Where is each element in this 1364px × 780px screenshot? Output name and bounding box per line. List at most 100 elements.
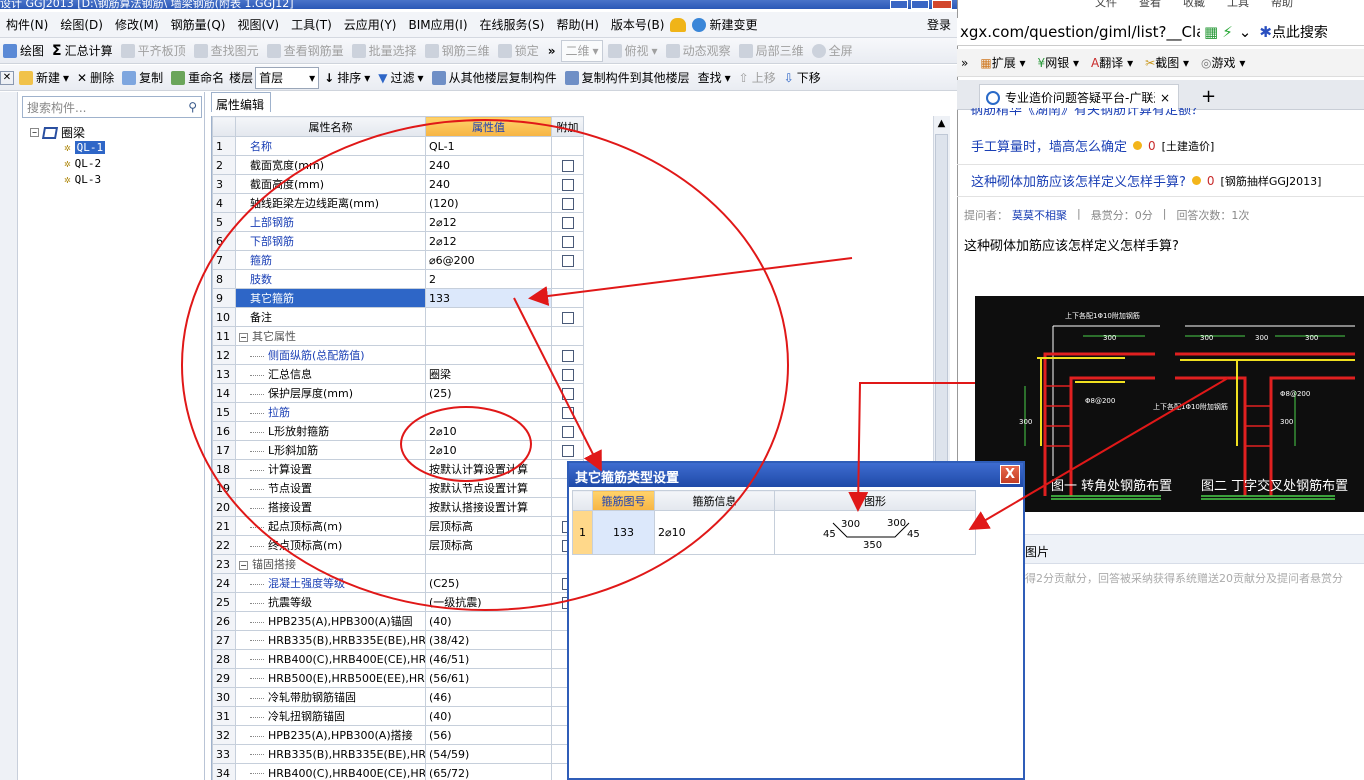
find-element-button[interactable]: 查找图元 <box>191 40 262 62</box>
table-row[interactable]: 18 计算设置 按默认计算设置计算 <box>212 459 584 479</box>
table-row[interactable]: 22 终点顶标高(m) 层顶标高 <box>212 535 584 555</box>
property-name-cell[interactable]: − 锚固搭接 <box>235 554 426 574</box>
property-name-cell[interactable]: 冷轧带肋钢筋锚固 <box>235 687 426 707</box>
property-value-cell[interactable] <box>425 307 552 327</box>
property-value-cell[interactable]: 按默认节点设置计算 <box>425 478 552 498</box>
table-row[interactable]: 33 HRB335(B),HRB335E(BE),HRBF (54/59) <box>212 744 584 764</box>
menu-item-online[interactable]: 在线服务(S) <box>474 16 551 33</box>
paw-icon[interactable]: ✱ <box>1259 23 1272 41</box>
find-button[interactable]: 查找 ▾ <box>695 67 734 89</box>
property-name-cell[interactable]: 混凝土强度等级 <box>235 573 426 593</box>
extra-checkbox[interactable] <box>561 197 574 210</box>
property-name-cell[interactable]: HRB335(B),HRB335E(BE),HRBF <box>235 630 426 650</box>
copy-button[interactable]: 复制 <box>119 67 166 89</box>
property-name-cell[interactable]: 备注 <box>235 307 426 327</box>
property-value-cell[interactable]: 圈梁 <box>425 364 552 384</box>
table-row[interactable]: 2 截面宽度(mm) 240 <box>212 155 584 175</box>
property-value-cell[interactable]: 层顶标高 <box>425 535 552 555</box>
lock-button[interactable]: 锁定 <box>495 40 542 62</box>
property-value-cell[interactable] <box>425 326 552 346</box>
property-value-cell[interactable]: 240 <box>425 155 552 175</box>
property-value-cell[interactable] <box>425 402 552 422</box>
property-value-cell[interactable]: 133 <box>425 288 552 308</box>
tree-item-ql3[interactable]: ✲ QL-3 <box>64 173 101 186</box>
property-value-cell[interactable]: (C25) <box>425 573 552 593</box>
table-row[interactable]: 5 上部钢筋 2⌀12 <box>212 212 584 232</box>
property-name-cell[interactable]: 节点设置 <box>235 478 426 498</box>
address-bar[interactable]: xgx.com/question/giml/list?__ClassCo ▦ ⚡… <box>957 18 1364 46</box>
translate-button[interactable]: A翻译 ▾ <box>1091 54 1133 71</box>
property-name-cell[interactable]: − 其它属性 <box>235 326 426 346</box>
table-row[interactable]: 6 下部钢筋 2⌀12 <box>212 231 584 251</box>
property-name-cell[interactable]: 起点顶标高(m) <box>235 516 426 536</box>
property-name-cell[interactable]: 名称 <box>235 136 426 156</box>
sum-calc-button[interactable]: Σ 汇总计算 <box>49 40 116 62</box>
property-value-cell[interactable]: 2⌀12 <box>425 231 552 251</box>
flat-slab-button[interactable]: 平齐板顶 <box>118 40 189 62</box>
login-button[interactable]: 登录 <box>921 16 957 33</box>
address-text[interactable]: xgx.com/question/giml/list?__ClassCo <box>960 23 1200 41</box>
table-row[interactable]: 19 节点设置 按默认节点设置计算 <box>212 478 584 498</box>
property-name-cell[interactable]: HRB335(B),HRB335E(BE),HRBF <box>235 744 426 764</box>
new-change-button[interactable]: 新建变更 <box>686 16 763 33</box>
move-down-button[interactable]: ⇩ 下移 <box>781 67 824 89</box>
menu-item-draw[interactable]: 绘图(D) <box>54 16 109 33</box>
table-row[interactable]: 31 冷轧扭钢筋锚固 (40) <box>212 706 584 726</box>
tree-root[interactable]: − 圈梁 <box>30 124 85 141</box>
property-name-cell[interactable]: 肢数 <box>235 269 426 289</box>
property-value-cell[interactable]: 240 <box>425 174 552 194</box>
floor-select[interactable]: 首层 ▾ <box>255 66 320 89</box>
property-name-cell[interactable]: 搭接设置 <box>235 497 426 517</box>
property-value-cell[interactable]: (56) <box>425 725 552 745</box>
property-value-cell[interactable]: (25) <box>425 383 552 403</box>
table-row[interactable]: 21 起点顶标高(m) 层顶标高 <box>212 516 584 536</box>
table-row[interactable]: 10 备注 <box>212 307 584 327</box>
property-value-cell[interactable]: 2⌀10 <box>425 440 552 460</box>
minimize-button[interactable] <box>890 0 908 9</box>
table-row[interactable]: 29 HRB500(E),HRB500E(EE),HRBF (56/61) <box>212 668 584 688</box>
maximize-button[interactable] <box>911 0 929 9</box>
question-link[interactable]: 手工算量时，墙高怎么确定 <box>971 136 1127 155</box>
property-value-cell[interactable] <box>425 345 552 365</box>
extra-checkbox[interactable] <box>561 387 574 400</box>
extra-checkbox[interactable] <box>561 425 574 438</box>
question-tag[interactable]: [钢筋抽样GGJ2013] <box>1221 173 1322 189</box>
dialog-close-button[interactable]: X <box>1000 465 1020 484</box>
property-value-cell[interactable]: (54/59) <box>425 744 552 764</box>
table-row[interactable]: 30 冷轧带肋钢筋锚固 (46) <box>212 687 584 707</box>
lightning-icon[interactable]: ⚡ <box>1222 23 1233 41</box>
table-row[interactable]: 25 抗震等级 (一级抗震) <box>212 592 584 612</box>
close-panel-button[interactable]: ✕ <box>0 70 14 85</box>
extra-checkbox[interactable] <box>561 178 574 191</box>
scroll-up-icon[interactable]: ▲ <box>934 118 949 132</box>
new-tab-button[interactable]: + <box>1201 86 1216 107</box>
menu-item-help[interactable]: 帮助(H) <box>550 16 604 33</box>
table-row[interactable]: 20 搭接设置 按默认搭接设置计算 <box>212 497 584 517</box>
extra-checkbox[interactable] <box>561 444 574 457</box>
browser-menu-file[interactable]: 文件 <box>1095 0 1117 8</box>
table-row[interactable]: 8 肢数 2 <box>212 269 584 289</box>
table-row[interactable]: 17 L形斜加筋 2⌀10 <box>212 440 584 460</box>
bank-button[interactable]: ¥网银 ▾ <box>1038 54 1080 71</box>
chevron-down-icon[interactable]: ⌄ <box>1239 23 1252 41</box>
extra-checkbox[interactable] <box>561 349 574 362</box>
tree-item-ql1[interactable]: ✲ QL-1 <box>64 141 106 154</box>
extra-checkbox[interactable] <box>561 311 574 324</box>
delete-button[interactable]: ✕ 删除 <box>74 67 117 89</box>
tab-property-edit[interactable]: 属性编辑 <box>211 92 271 112</box>
table-row[interactable]: 13 汇总信息 圈梁 <box>212 364 584 384</box>
extensions-button[interactable]: ▦扩展 ▾ <box>980 54 1025 71</box>
menu-item-cloud[interactable]: 云应用(Y) <box>338 16 403 33</box>
property-name-cell[interactable]: 上部钢筋 <box>235 212 426 232</box>
property-value-cell[interactable]: 按默认搭接设置计算 <box>425 497 552 517</box>
table-row[interactable]: 16 L形放射箍筋 2⌀10 <box>212 421 584 441</box>
property-name-cell[interactable]: 计算设置 <box>235 459 426 479</box>
batch-select-button[interactable]: 批量选择 <box>349 40 420 62</box>
property-name-cell[interactable]: 其它箍筋 <box>235 288 426 308</box>
property-value-cell[interactable]: (65/72) <box>425 763 552 780</box>
property-name-cell[interactable]: 保护层厚度(mm) <box>235 383 426 403</box>
property-value-cell[interactable]: 2⌀12 <box>425 212 552 232</box>
stirrup-info-cell[interactable]: 2⌀10 <box>654 510 775 555</box>
table-row[interactable]: 1 名称 QL-1 <box>212 136 584 156</box>
browser-menu-help[interactable]: 帮助 <box>1271 0 1293 8</box>
